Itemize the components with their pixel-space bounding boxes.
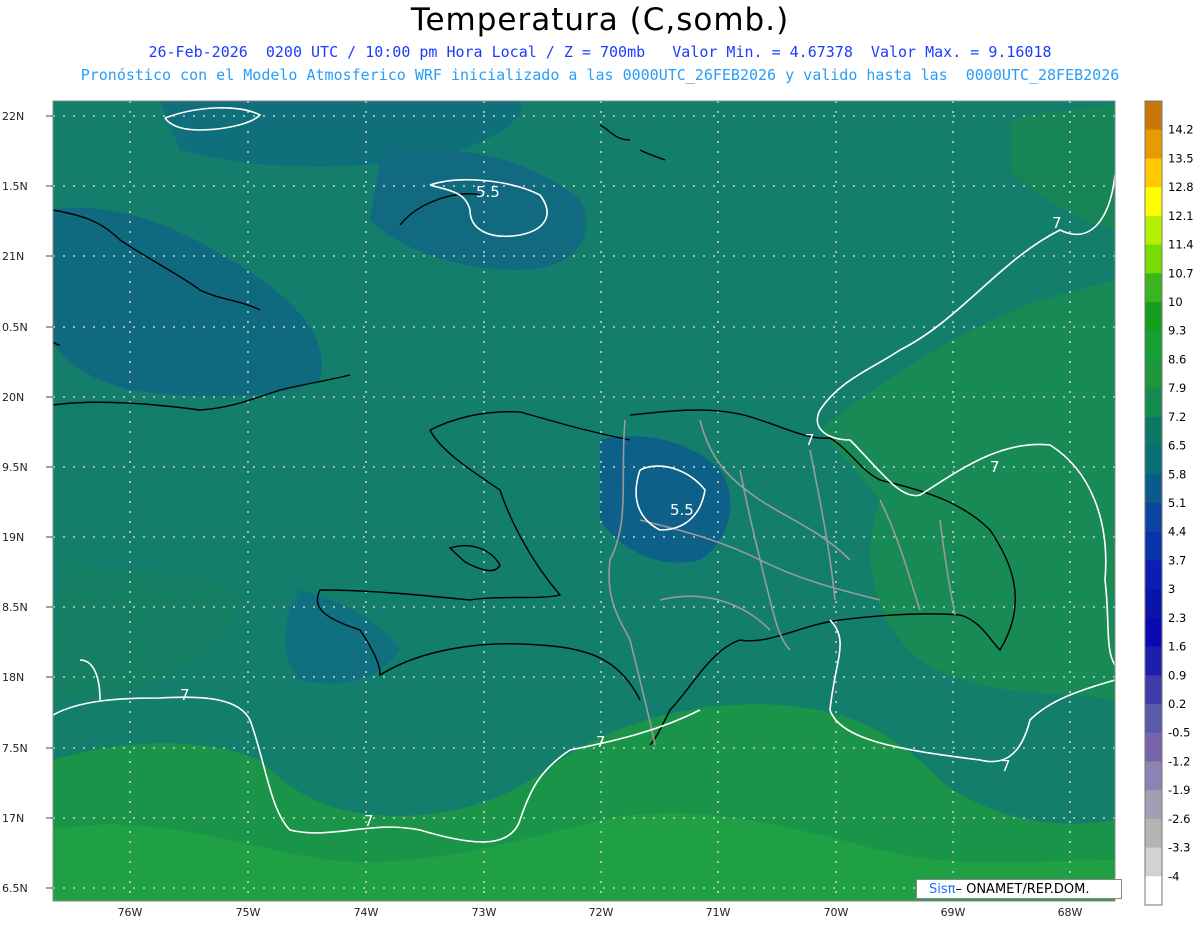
- colorbar-swatch: [1145, 158, 1162, 188]
- colorbar-label: 13.5: [1168, 151, 1194, 165]
- colorbar-label: 4.4: [1168, 525, 1186, 539]
- temperature-map: 5.5 5.5 7 7 7 7 7 7 7 22N 1.5N 21N 0.5N …: [2, 100, 1194, 919]
- colorbar-label: 10: [1168, 295, 1183, 309]
- colorbar-label: 10.7: [1168, 266, 1194, 280]
- colorbar-label: -1.9: [1168, 783, 1190, 797]
- lat-label: 1.5N: [2, 180, 28, 193]
- colorbar-label: 0.2: [1168, 697, 1186, 711]
- colorbar-label: 5.1: [1168, 496, 1186, 510]
- colorbar-swatch: [1145, 761, 1162, 791]
- colorbar-swatch: [1145, 790, 1162, 820]
- colorbar-label: -4: [1168, 869, 1179, 883]
- colorbar-label: 11.4: [1168, 238, 1194, 252]
- colorbar-swatch: [1145, 732, 1162, 762]
- colorbar-swatch: [1145, 876, 1162, 906]
- colorbar-swatch: [1145, 302, 1162, 332]
- latitude-labels: 22N 1.5N 21N 0.5N 20N 9.5N 19N 8.5N 18N …: [2, 110, 28, 895]
- colorbar-label: 14.2: [1168, 123, 1194, 137]
- colorbar-swatch: [1145, 445, 1162, 475]
- colorbar-swatch: [1145, 503, 1162, 533]
- lat-label: 18N: [2, 671, 24, 684]
- colorbar-swatch: [1145, 675, 1162, 705]
- colorbar-swatch: [1145, 330, 1162, 360]
- lon-label: 76W: [118, 906, 143, 919]
- lon-label: 70W: [824, 906, 849, 919]
- contour-label: 7: [1001, 757, 1011, 775]
- lon-label: 69W: [941, 906, 966, 919]
- colorbar-swatch: [1145, 646, 1162, 676]
- lat-label: 19N: [2, 531, 24, 544]
- contour-label: 7: [805, 431, 815, 449]
- colorbar-label: 0.9: [1168, 668, 1186, 682]
- lon-label: 74W: [354, 906, 379, 919]
- colorbar-label: 12.1: [1168, 209, 1194, 223]
- contour-label: 7: [990, 458, 1000, 476]
- lat-label: 22N: [2, 110, 24, 123]
- lat-label: 0.5N: [2, 321, 28, 334]
- colorbar-swatch: [1145, 215, 1162, 246]
- lon-label: 68W: [1058, 906, 1083, 919]
- lat-label: 8.5N: [2, 601, 28, 614]
- sispi-logo-text: Sisπ: [929, 882, 956, 897]
- colorbar-swatch: [1145, 589, 1162, 619]
- colorbar-label: 3.7: [1168, 553, 1186, 567]
- colorbar-label: 8.6: [1168, 352, 1186, 366]
- longitude-labels: 76W 75W 74W 73W 72W 71W 70W 69W 68W: [118, 906, 1083, 919]
- lon-label: 73W: [472, 906, 497, 919]
- contour-label: 5.5: [670, 501, 694, 519]
- credit-text: – ONAMET/REP.DOM.: [955, 882, 1090, 897]
- shaded-field: [53, 101, 1115, 901]
- contour-label: 5.5: [476, 183, 500, 201]
- lon-label: 72W: [589, 906, 614, 919]
- colorbar-swatch: [1145, 187, 1162, 217]
- lon-label: 71W: [706, 906, 731, 919]
- colorbar-swatch: [1145, 474, 1162, 504]
- colorbar-label: 2.3: [1168, 611, 1186, 625]
- colorbar-swatch: [1145, 416, 1162, 447]
- colorbar-label: 7.2: [1168, 410, 1186, 424]
- colorbar-label: 12.8: [1168, 180, 1194, 194]
- colorbar-swatch: [1145, 129, 1162, 159]
- lat-label: 20N: [2, 391, 24, 404]
- colorbar-label: 7.9: [1168, 381, 1186, 395]
- lon-label: 75W: [236, 906, 261, 919]
- credit-box: Sisπ– ONAMET/REP.DOM.: [916, 879, 1122, 899]
- colorbar-swatch: [1145, 359, 1162, 389]
- colorbar-swatch: [1145, 617, 1162, 648]
- colorbar-swatch: [1145, 273, 1162, 303]
- colorbar-swatch: [1145, 560, 1162, 590]
- colorbar-swatch: [1145, 388, 1162, 418]
- colorbar-label: -3.3: [1168, 841, 1190, 855]
- colorbar-label: 6.5: [1168, 439, 1186, 453]
- colorbar-label: -2.6: [1168, 812, 1190, 826]
- colorbar-label: 9.3: [1168, 324, 1186, 338]
- colorbar: 14.2 13.5 12.8 12.1 11.4 10.7 10 9.3 8.6 7.9 7.2 6.…: [1144, 100, 1194, 906]
- lat-label: 7.5N: [2, 742, 28, 755]
- colorbar-label: 3: [1168, 582, 1175, 596]
- colorbar-swatch: [1145, 244, 1162, 274]
- contour-label: 7: [596, 733, 606, 751]
- colorbar-swatch: [1145, 847, 1162, 877]
- colorbar-swatch: [1145, 531, 1162, 561]
- contour-label: 7: [1052, 214, 1062, 232]
- lat-label: 6.5N: [2, 882, 28, 895]
- colorbar-swatch: [1145, 101, 1162, 131]
- colorbar-swatch: [1145, 818, 1162, 849]
- contour-label: 7: [364, 812, 374, 830]
- contour-label: 7: [180, 686, 190, 704]
- colorbar-label: -0.5: [1168, 726, 1190, 740]
- colorbar-label: 5.8: [1168, 467, 1186, 481]
- lat-label: 21N: [2, 250, 24, 263]
- lat-label: 9.5N: [2, 461, 28, 474]
- colorbar-label: 1.6: [1168, 640, 1186, 654]
- lat-label: 17N: [2, 812, 24, 825]
- colorbar-swatch: [1145, 704, 1162, 734]
- lat-ticks: [46, 115, 53, 889]
- colorbar-label: -1.2: [1168, 754, 1190, 768]
